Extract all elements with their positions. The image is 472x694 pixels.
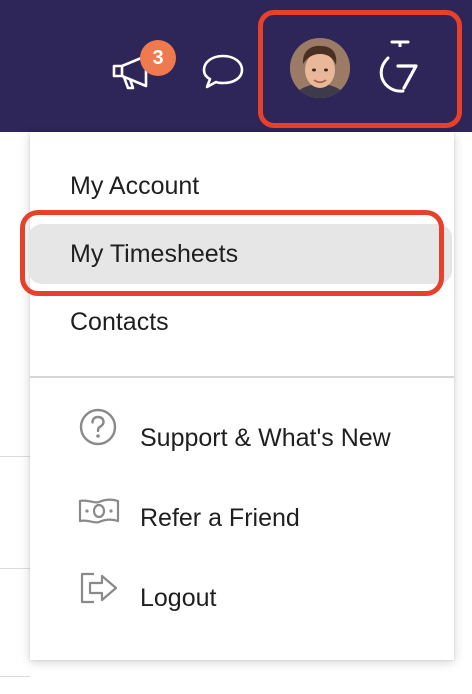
background-divider	[0, 568, 30, 569]
timesheets-highlight	[20, 210, 444, 296]
money-bill-icon	[78, 488, 120, 548]
chat-bubble-icon	[200, 50, 246, 92]
menu-item-support[interactable]: Support & What's New	[30, 408, 454, 468]
background-divider	[0, 676, 30, 677]
background-divider	[0, 456, 30, 457]
menu-item-refer-a-friend[interactable]: Refer a Friend	[30, 488, 454, 548]
chat-button[interactable]	[200, 50, 246, 92]
logout-icon	[78, 568, 120, 628]
menu-item-refer-a-friend-label: Refer a Friend	[140, 504, 300, 532]
menu-item-logout-label: Logout	[140, 584, 217, 612]
menu-divider	[30, 376, 454, 378]
menu-item-contacts[interactable]: Contacts	[30, 292, 454, 352]
menu-item-support-label: Support & What's New	[140, 424, 391, 452]
menu-item-my-account[interactable]: My Account	[30, 156, 454, 216]
notification-badge: 3	[140, 40, 176, 76]
profile-area-highlight	[258, 10, 462, 128]
menu-item-logout[interactable]: Logout	[30, 568, 454, 628]
question-circle-icon	[78, 407, 118, 469]
